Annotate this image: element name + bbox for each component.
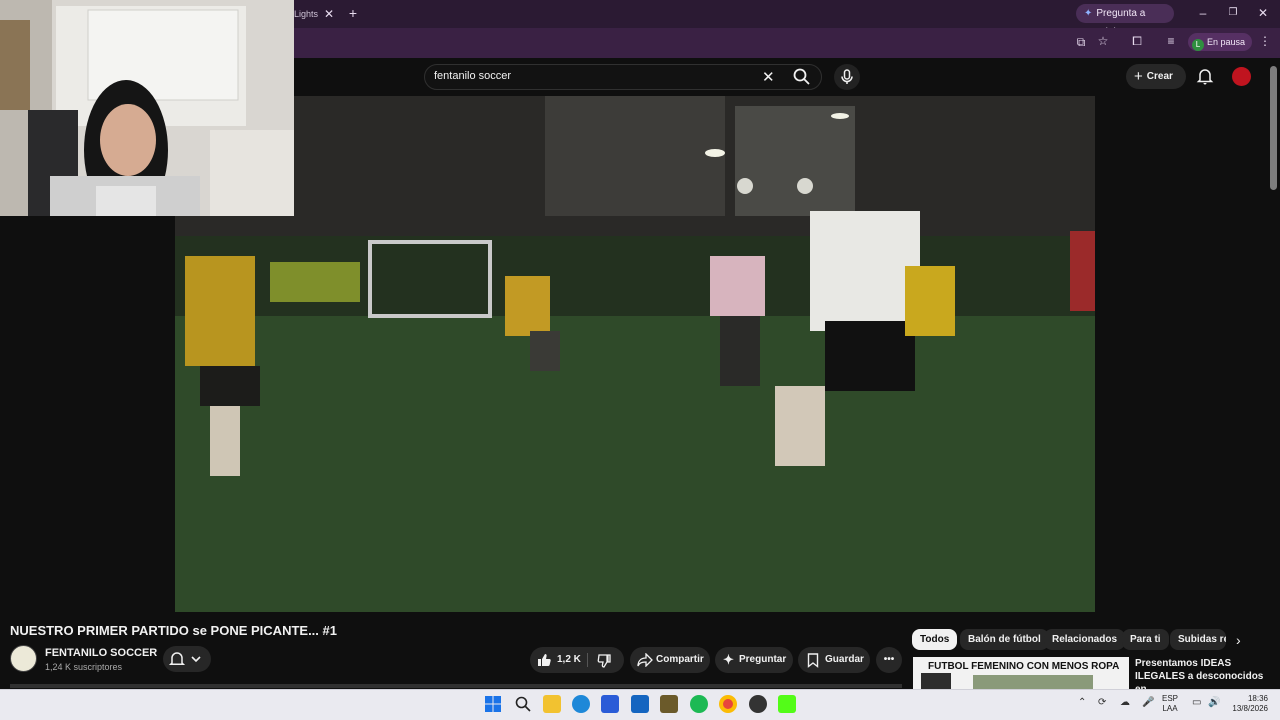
kick-icon[interactable] bbox=[778, 695, 796, 713]
chip-relacionados[interactable]: Relacionados bbox=[1044, 629, 1126, 650]
input-language-layout: LAA bbox=[1162, 704, 1178, 713]
system-clock[interactable]: 18:36 13/8/2026 bbox=[1226, 694, 1268, 714]
tray-expand-icon[interactable]: ⌃ bbox=[1078, 697, 1086, 708]
outlook-icon[interactable] bbox=[631, 695, 649, 713]
gemini-button[interactable]: ✦Pregunta a Gemini bbox=[1076, 4, 1174, 38]
tray-mic-icon[interactable]: 🎤 bbox=[1142, 697, 1154, 708]
browser-menu-icon[interactable]: ⋮ bbox=[1256, 34, 1274, 48]
edge-icon[interactable] bbox=[572, 695, 590, 713]
chip-para-ti[interactable]: Para ti bbox=[1122, 629, 1169, 650]
channel-name[interactable]: FENTANILO SOCCER bbox=[45, 647, 157, 659]
spotify-icon[interactable] bbox=[690, 695, 708, 713]
share-label: Compartir bbox=[656, 654, 704, 665]
tray-display-icon[interactable]: ▭ bbox=[1192, 697, 1201, 708]
browser-tab-title[interactable]: Lights bbox=[294, 9, 318, 19]
profile-avatar: L bbox=[1192, 39, 1204, 51]
windows-start-icon[interactable] bbox=[485, 696, 501, 712]
more-icon: ••• bbox=[883, 654, 895, 665]
notifications-bell-icon[interactable] bbox=[1196, 67, 1214, 85]
clear-search-icon[interactable]: ✕ bbox=[762, 68, 775, 86]
like-icon[interactable] bbox=[536, 652, 552, 668]
create-button[interactable]: + Crear bbox=[1126, 64, 1186, 89]
new-tab-icon[interactable]: + bbox=[344, 6, 362, 20]
file-explorer-icon[interactable] bbox=[543, 695, 561, 713]
video-frame bbox=[175, 96, 1095, 612]
tray-sync-icon[interactable]: ⟳ bbox=[1098, 697, 1106, 708]
account-avatar[interactable] bbox=[1232, 67, 1251, 86]
webcam-overlay bbox=[0, 0, 294, 216]
tray-cloud-icon[interactable]: ☁ bbox=[1120, 697, 1130, 708]
chip-todos[interactable]: Todos bbox=[912, 629, 958, 650]
share-button[interactable]: Compartir bbox=[630, 647, 710, 673]
chips-next-chevron-icon[interactable]: › bbox=[1236, 632, 1241, 648]
extensions-icon[interactable]: ⧠ bbox=[1128, 34, 1146, 48]
sparkle-icon: ✦ bbox=[723, 652, 734, 667]
close-window-icon[interactable]: ✕ bbox=[1254, 6, 1272, 20]
subscription-bell-icon bbox=[168, 652, 201, 666]
mic-icon bbox=[841, 69, 853, 84]
gemini-sparkle-icon: ✦ bbox=[1084, 8, 1093, 19]
minecraft-icon[interactable] bbox=[660, 695, 678, 713]
restore-icon[interactable]: ❐ bbox=[1224, 6, 1242, 20]
share-icon bbox=[637, 653, 653, 667]
webcam-feed bbox=[0, 0, 294, 216]
ask-label: Preguntar bbox=[739, 654, 787, 665]
ask-button[interactable]: ✦ Preguntar bbox=[715, 647, 793, 673]
subscriber-count: 1,24 K suscriptores bbox=[45, 662, 123, 672]
voice-search-button[interactable] bbox=[834, 64, 860, 90]
profile-button[interactable]: L En pausa bbox=[1188, 33, 1252, 51]
search-icon[interactable] bbox=[792, 67, 812, 87]
save-button[interactable]: Guardar bbox=[798, 647, 870, 673]
obs-icon[interactable] bbox=[749, 695, 767, 713]
create-label: Crear bbox=[1146, 71, 1173, 82]
input-language[interactable]: ESP LAA bbox=[1162, 694, 1178, 714]
chrome-icon[interactable] bbox=[719, 695, 737, 713]
chip-balon-de-futbol[interactable]: Balón de fútbol bbox=[960, 629, 1049, 650]
save-icon bbox=[807, 653, 819, 668]
video-player[interactable] bbox=[175, 96, 1095, 612]
tab-close-icon[interactable]: ✕ bbox=[320, 7, 338, 21]
save-label: Guardar bbox=[825, 654, 864, 665]
more-actions-button[interactable]: ••• bbox=[876, 647, 902, 673]
taskbar-search-icon[interactable] bbox=[515, 696, 531, 712]
tray-volume-icon[interactable]: 🔊 bbox=[1208, 697, 1220, 708]
clock-time: 18:36 bbox=[1247, 694, 1268, 703]
install-app-icon[interactable]: ⧉ bbox=[1072, 35, 1090, 49]
plus-icon: + bbox=[1134, 68, 1143, 85]
page-scrollbar[interactable] bbox=[1270, 66, 1277, 190]
subscription-bell-button[interactable] bbox=[163, 646, 211, 672]
like-count[interactable]: 1,2 K bbox=[557, 647, 581, 673]
description-divider bbox=[10, 684, 902, 688]
thumbnail-caption: FUTBOL FEMENINO CON MENOS ROPA bbox=[928, 661, 1120, 672]
minimize-icon[interactable]: – bbox=[1194, 6, 1212, 20]
profile-status: En pausa bbox=[1207, 37, 1246, 47]
video-title: NUESTRO PRIMER PARTIDO se PONE PICANTE..… bbox=[10, 623, 337, 638]
bookmark-star-icon[interactable]: ☆ bbox=[1094, 34, 1112, 48]
media-controls-icon[interactable]: ≡ bbox=[1162, 34, 1180, 48]
clock-date: 13/8/2026 bbox=[1232, 704, 1268, 713]
channel-avatar[interactable] bbox=[10, 645, 37, 672]
search-query[interactable]: fentanilo soccer bbox=[434, 70, 511, 82]
like-dislike-group: 1,2 K bbox=[530, 647, 624, 673]
dislike-icon[interactable] bbox=[596, 653, 612, 669]
chip-subidas-recientes[interactable]: Subidas re bbox=[1170, 629, 1226, 650]
like-divider bbox=[587, 653, 588, 667]
store-icon[interactable] bbox=[601, 695, 619, 713]
input-language-code: ESP bbox=[1162, 694, 1179, 703]
